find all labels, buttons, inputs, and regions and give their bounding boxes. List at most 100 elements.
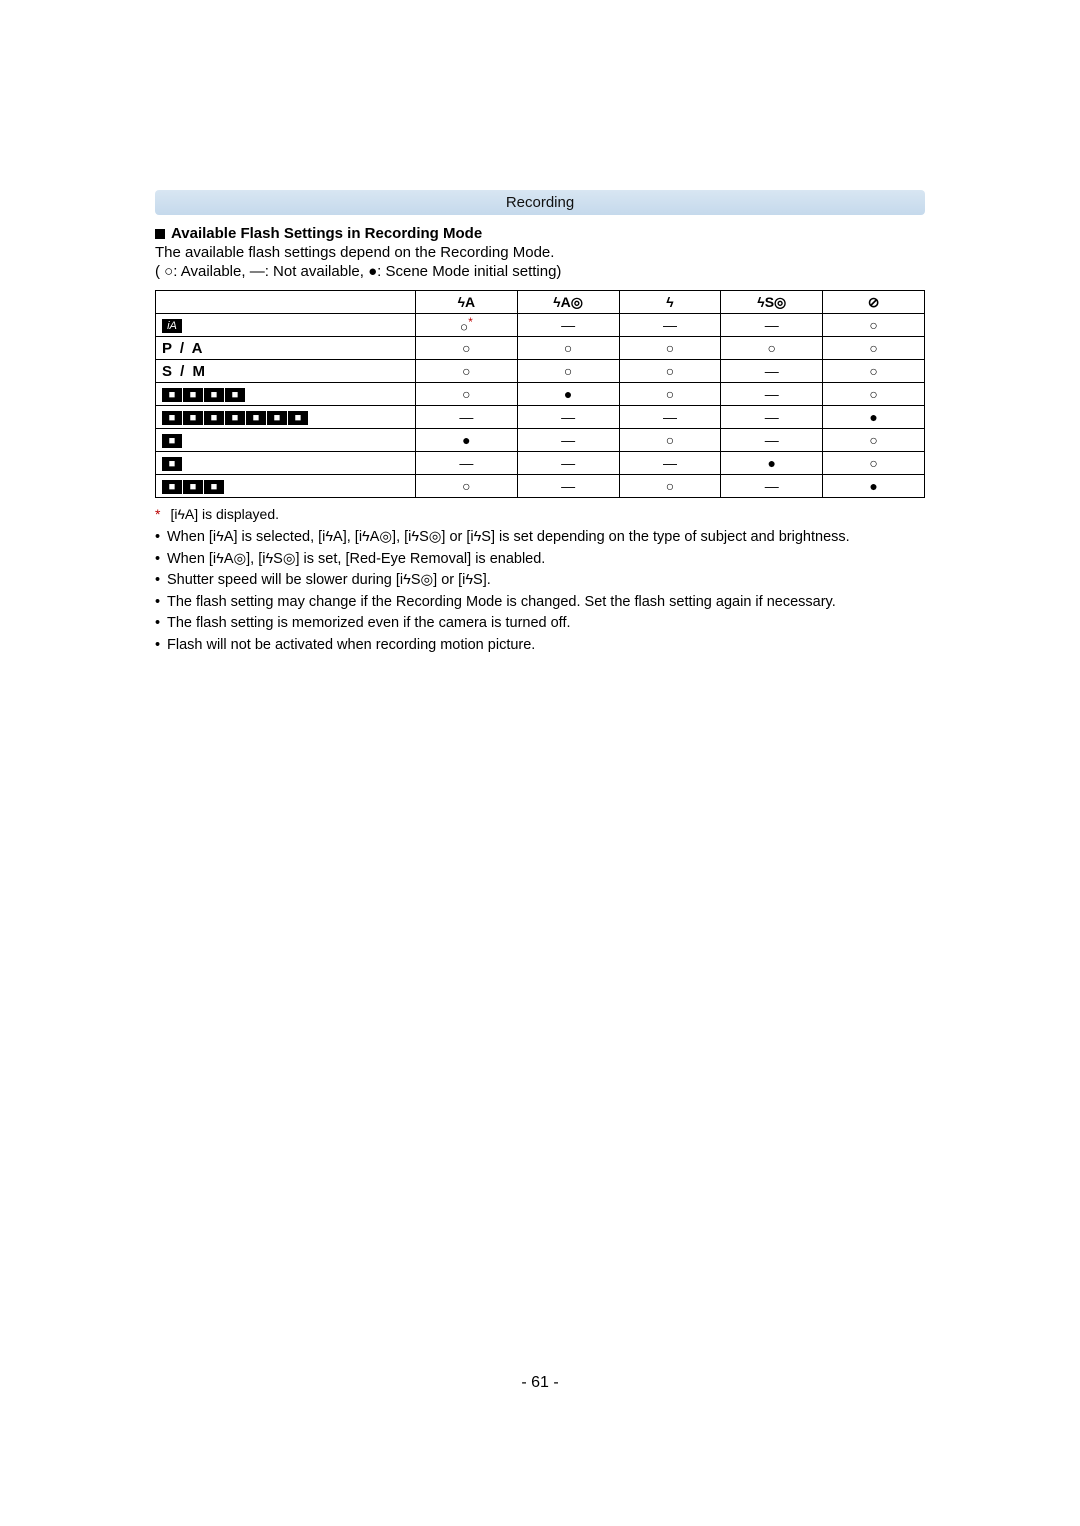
table-row: ■■■■■■■————● xyxy=(156,406,925,429)
mode-icon: ■ xyxy=(162,388,182,402)
note-item: The flash setting is memorized even if t… xyxy=(155,614,925,634)
heading-row: Available Flash Settings in Recording Mo… xyxy=(155,225,925,242)
table-cell: — xyxy=(721,429,823,452)
row-label: ■ xyxy=(156,429,416,452)
table-cell: ○ xyxy=(415,383,517,406)
table-cell: ● xyxy=(823,406,925,429)
table-row: ■———●○ xyxy=(156,452,925,475)
legend-not-available: —: Not available, xyxy=(250,263,364,280)
note-item: When [iϟA] is selected, [iϟA], [iϟA◎], [… xyxy=(155,528,925,548)
col-flash-on: ϟ xyxy=(619,291,721,314)
mode-icon: ■ xyxy=(204,480,224,494)
table-cell: ○* xyxy=(415,314,517,337)
row-label: ■■■■ xyxy=(156,383,416,406)
table-cell: — xyxy=(721,360,823,383)
table-cell: ○ xyxy=(823,314,925,337)
table-cell: ○ xyxy=(415,360,517,383)
mode-icon: ■ xyxy=(162,411,182,425)
table-cell: ● xyxy=(415,429,517,452)
mode-icon: ■ xyxy=(267,411,287,425)
table-cell: — xyxy=(619,452,721,475)
table-cell: — xyxy=(517,475,619,498)
note-item: The flash setting may change if the Reco… xyxy=(155,593,925,613)
mode-icon: ■ xyxy=(225,388,245,402)
row-label: P / A xyxy=(156,337,416,360)
mode-text: P / A xyxy=(162,340,205,357)
legend-available: ○: Available, xyxy=(164,263,245,280)
table-cell: ○ xyxy=(415,337,517,360)
table-cell: — xyxy=(517,452,619,475)
table-cell: — xyxy=(415,452,517,475)
flash-settings-table: ϟA ϟA◎ ϟ ϟS◎ ⊘ iA○*———○P / A○○○○○S / M○○… xyxy=(155,290,925,498)
table-row: iA○*———○ xyxy=(156,314,925,337)
mode-icon: ■ xyxy=(204,388,224,402)
table-cell: — xyxy=(721,406,823,429)
table-cell: ● xyxy=(721,452,823,475)
table-cell: ○ xyxy=(619,429,721,452)
notes-list: When [iϟA] is selected, [iϟA], [iϟA◎], [… xyxy=(155,528,925,655)
table-cell: ○ xyxy=(823,383,925,406)
table-row: ■■■○—○—● xyxy=(156,475,925,498)
mode-icon: ■ xyxy=(162,434,182,448)
note-item: Flash will not be activated when recordi… xyxy=(155,636,925,656)
mode-icon: ■ xyxy=(183,411,203,425)
mode-icon: ■ xyxy=(225,411,245,425)
mode-icon: ■ xyxy=(246,411,266,425)
table-row: S / M○○○—○ xyxy=(156,360,925,383)
mode-icon: ■ xyxy=(183,388,203,402)
table-cell: ○ xyxy=(517,337,619,360)
mode-text: S / M xyxy=(162,363,207,380)
footnote: * [iϟA] is displayed. xyxy=(155,506,925,522)
table-cell: — xyxy=(517,406,619,429)
table-row: ■●—○—○ xyxy=(156,429,925,452)
page-number: - 61 - xyxy=(0,1374,1080,1392)
legend-initial: ●: Scene Mode initial setting) xyxy=(368,263,561,280)
table-cell: — xyxy=(517,429,619,452)
col-flash-off: ⊘ xyxy=(823,291,925,314)
table-body: iA○*———○P / A○○○○○S / M○○○—○■■■■○●○—○■■■… xyxy=(156,314,925,498)
page-content: Recording Available Flash Settings in Re… xyxy=(0,0,1080,655)
table-cell: ○ xyxy=(619,337,721,360)
bullet-square-icon xyxy=(155,229,165,239)
row-label: ■■■ xyxy=(156,475,416,498)
table-cell: ● xyxy=(517,383,619,406)
mode-icon: ■ xyxy=(288,411,308,425)
row-label: iA xyxy=(156,314,416,337)
table-row: P / A○○○○○ xyxy=(156,337,925,360)
mode-icon: ■ xyxy=(183,480,203,494)
table-cell: ○ xyxy=(823,452,925,475)
table-row: ■■■■○●○—○ xyxy=(156,383,925,406)
table-cell: ○ xyxy=(823,337,925,360)
heading: Available Flash Settings in Recording Mo… xyxy=(171,225,482,242)
intro-text: The available flash settings depend on t… xyxy=(155,244,925,261)
mode-icon: iA xyxy=(162,319,182,333)
table-cell: ● xyxy=(823,475,925,498)
table-cell: — xyxy=(619,314,721,337)
table-header-row: ϟA ϟA◎ ϟ ϟS◎ ⊘ xyxy=(156,291,925,314)
table-cell: ○ xyxy=(823,360,925,383)
table-cell: — xyxy=(721,475,823,498)
table-cell: ○ xyxy=(619,475,721,498)
mode-icon: ■ xyxy=(162,480,182,494)
mode-icon: ■ xyxy=(162,457,182,471)
table-cell: ○ xyxy=(721,337,823,360)
table-cell: — xyxy=(517,314,619,337)
table-cell: — xyxy=(619,406,721,429)
section-header: Recording xyxy=(155,190,925,215)
table-cell: — xyxy=(721,383,823,406)
table-cell: ○ xyxy=(823,429,925,452)
row-label: ■ xyxy=(156,452,416,475)
table-corner xyxy=(156,291,416,314)
row-label: ■■■■■■■ xyxy=(156,406,416,429)
table-cell: ○ xyxy=(415,475,517,498)
table-cell: ○ xyxy=(619,383,721,406)
col-flash-auto: ϟA xyxy=(415,291,517,314)
table-cell: — xyxy=(415,406,517,429)
row-label: S / M xyxy=(156,360,416,383)
mode-icon: ■ xyxy=(204,411,224,425)
table-cell: ○ xyxy=(619,360,721,383)
legend-open: ( xyxy=(155,263,160,280)
col-flash-slow-redeye: ϟS◎ xyxy=(721,291,823,314)
table-cell: ○ xyxy=(517,360,619,383)
footnote-text: [iϟA] is displayed. xyxy=(170,506,279,522)
